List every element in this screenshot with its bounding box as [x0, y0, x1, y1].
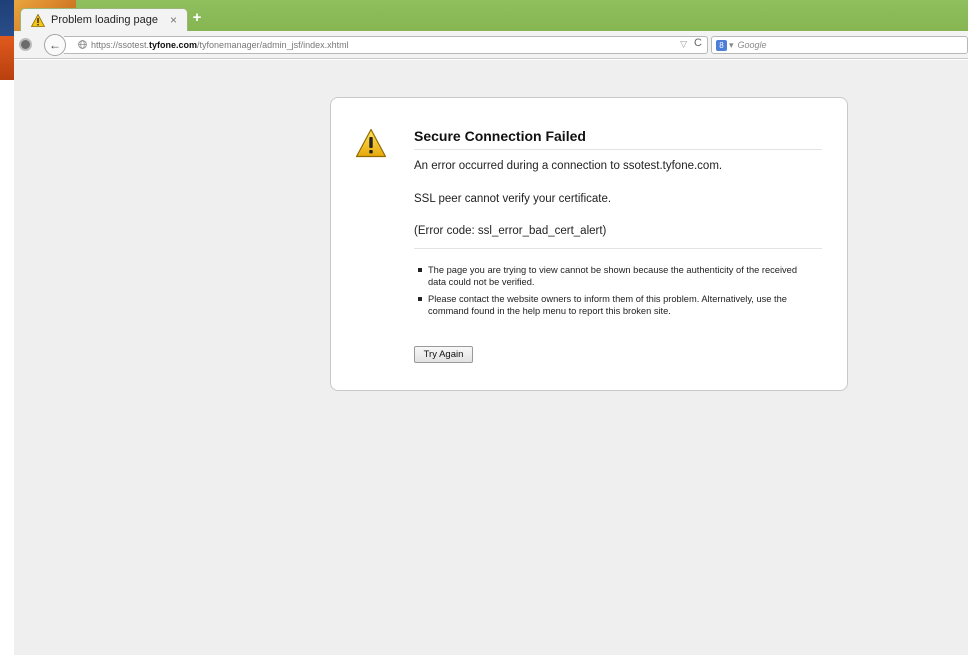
tab-title: Problem loading page: [51, 14, 159, 26]
url-bar[interactable]: https://ssotest. tyfone.com/tyfonemanager…: [64, 36, 708, 54]
url-path: /tyfonemanager/admin_jsf/index.xhtml: [197, 40, 349, 50]
warning-icon: [30, 13, 46, 27]
error-detail: SSL peer cannot verify your certificate.: [414, 193, 612, 205]
try-again-button[interactable]: Try Again: [414, 346, 473, 363]
error-explanation-list: The page you are trying to view cannot b…: [414, 264, 804, 322]
tab-close-icon[interactable]: ×: [170, 13, 177, 27]
navigation-toolbar: https://ssotest. tyfone.com/tyfonemanager…: [14, 31, 968, 59]
url-prefix: https://ssotest.: [91, 40, 150, 50]
globe-icon[interactable]: [78, 39, 87, 51]
error-panel: Secure Connection Failed An error occurr…: [330, 97, 848, 391]
reload-icon[interactable]: C: [694, 37, 702, 49]
error-code: (Error code: ssl_error_bad_cert_alert): [414, 225, 607, 237]
history-dropmarker-icon[interactable]: ▽: [680, 39, 687, 50]
url-domain: tyfone.com: [149, 40, 198, 50]
google-icon[interactable]: 8: [716, 39, 727, 51]
search-engine-caret-icon[interactable]: ▾: [729, 40, 734, 51]
tab-problem-loading[interactable]: Problem loading page ×: [20, 8, 188, 31]
page-title: Secure Connection Failed: [414, 128, 822, 150]
search-input[interactable]: 8 ▾ Google: [711, 36, 968, 54]
back-button[interactable]: ←: [44, 34, 66, 56]
search-placeholder: Google: [737, 40, 767, 50]
firefox-menu-icon[interactable]: [19, 38, 32, 51]
divider: [414, 248, 822, 249]
error-message: An error occurred during a connection to…: [414, 160, 723, 172]
back-arrow-icon: ←: [49, 38, 61, 52]
list-item: The page you are trying to view cannot b…: [414, 264, 804, 288]
list-item: Please contact the website owners to inf…: [414, 293, 804, 317]
warning-icon: [355, 128, 387, 158]
page-content: Secure Connection Failed An error occurr…: [14, 60, 968, 655]
desktop-icon-fragment: [0, 36, 14, 80]
desktop-background: [0, 0, 14, 655]
new-tab-button[interactable]: +: [190, 10, 204, 25]
